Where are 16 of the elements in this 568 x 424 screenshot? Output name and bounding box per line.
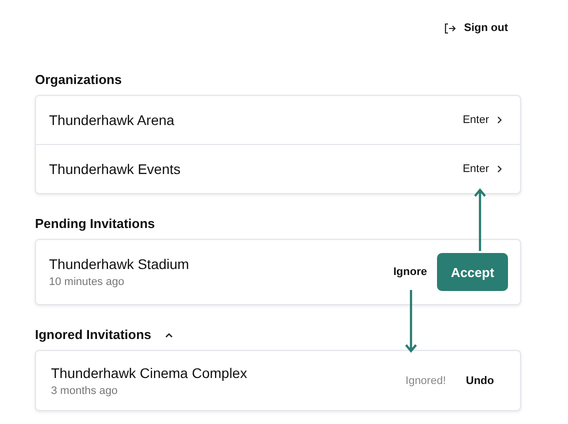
section-heading: Pending Invitations — [35, 216, 155, 231]
accept-button[interactable]: Accept — [437, 253, 508, 291]
invitation-name: Thunderhawk Stadium — [49, 256, 190, 272]
enter-link[interactable]: Enter — [462, 114, 502, 126]
status-text: Ignored! — [406, 374, 446, 386]
organization-name: Thunderhawk Events — [49, 161, 181, 177]
invitation-time: 10 minutes ago — [49, 276, 126, 288]
ignore-button[interactable]: Ignore — [393, 266, 427, 278]
enter-link[interactable]: Enter — [462, 163, 502, 175]
invitation-time: 3 months ago — [51, 384, 119, 396]
section-heading: Ignored Invitations — [35, 327, 152, 342]
invitation-name: Thunderhawk Cinema Complex — [51, 364, 248, 380]
organization-name: Thunderhawk Arena — [49, 112, 174, 128]
undo-button[interactable]: Undo — [466, 374, 494, 386]
section-heading: Organizations — [35, 72, 122, 87]
sign-out-button[interactable]: Sign out — [444, 18, 508, 38]
